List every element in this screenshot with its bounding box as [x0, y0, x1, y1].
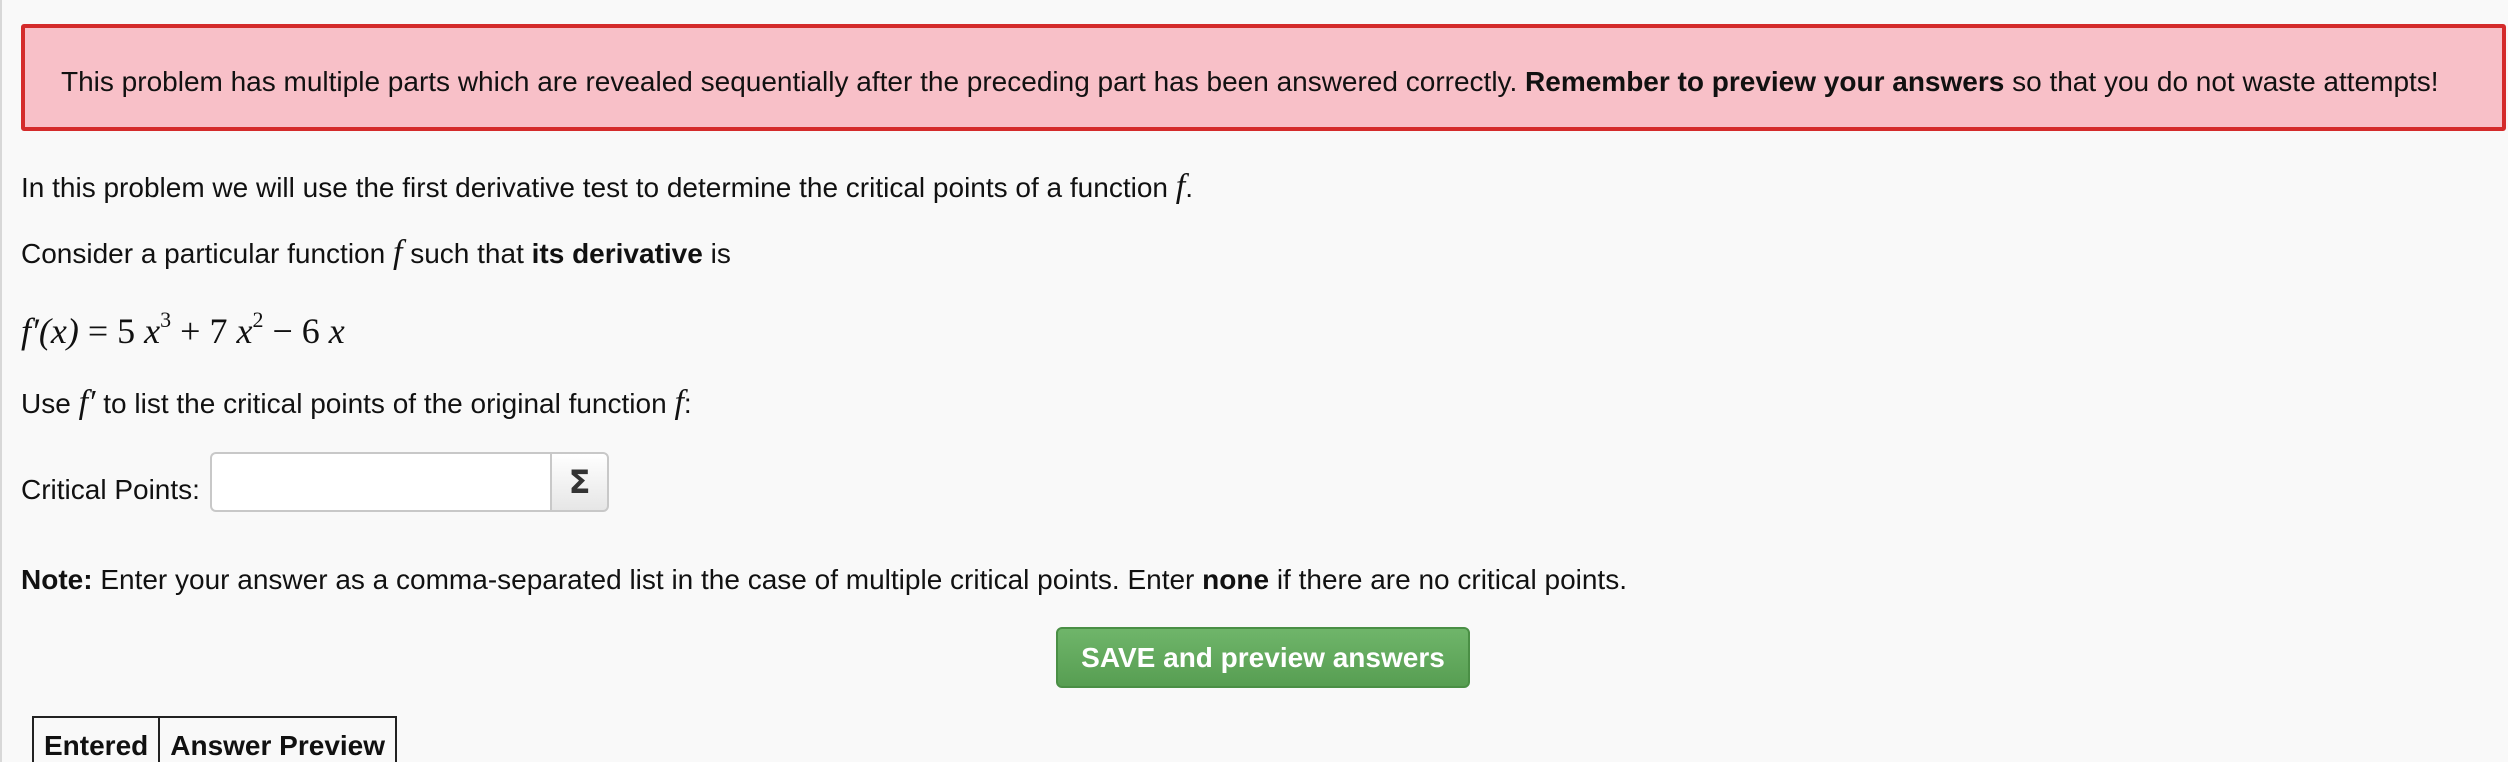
consider-bold: its derivative	[531, 238, 703, 269]
consider-text: Consider a particular function f such th…	[21, 234, 731, 272]
use-derivative-text: Use f′ to list the critical points of th…	[21, 384, 692, 422]
note-end: if there are no critical points.	[1269, 564, 1627, 595]
use-middle: to list the critical points of the origi…	[95, 388, 675, 419]
consider-before: Consider a particular function	[21, 238, 393, 269]
alert-bold-text: Remember to preview your answers	[1525, 66, 2005, 97]
formula-lhs: f′(x)	[21, 311, 79, 351]
fprime-symbol: f′	[78, 384, 96, 421]
formula-exponent: 3	[160, 307, 172, 332]
critical-points-label: Critical Points:	[21, 474, 200, 505]
use-colon: :	[683, 388, 692, 419]
consider-middle: such that	[402, 238, 532, 269]
equation-editor-button[interactable]: Σ	[550, 452, 609, 512]
answer-results-table: Entered Answer Preview	[31, 716, 398, 762]
alert-text: This problem has multiple parts which ar…	[61, 66, 1526, 97]
consider-after: is	[702, 238, 731, 269]
formula-exponent: 2	[252, 307, 264, 332]
warning-alert: This problem has multiple parts which ar…	[21, 24, 2506, 131]
problem-page: This problem has multiple parts which ar…	[0, 0, 2508, 762]
answer-input-group: Σ	[210, 452, 609, 512]
critical-points-input[interactable]	[210, 452, 550, 512]
formula-op: −	[263, 311, 302, 351]
alert-text-end: so that you do not waste attempts!	[2004, 66, 2439, 97]
entered-header: Entered	[31, 716, 161, 762]
intro-sentence: In this problem we will use the first de…	[21, 172, 1176, 203]
function-symbol: f	[674, 384, 684, 421]
formula-var: x	[328, 311, 345, 351]
derivative-formula: f′(x) = 5 x3 + 7 x2 − 6 x	[21, 307, 345, 352]
formula-coef: 6	[301, 311, 329, 351]
formula-coef: 5	[117, 311, 145, 351]
formula-var: x	[144, 311, 161, 351]
answer-preview-header: Answer Preview	[158, 716, 398, 762]
formula-coef: 7	[209, 311, 237, 351]
use-before: Use	[21, 388, 79, 419]
sigma-icon: Σ	[568, 463, 591, 501]
formula-equals: =	[78, 311, 118, 351]
note-none: none	[1202, 564, 1270, 595]
note-body: Enter your answer as a comma-separated l…	[92, 564, 1203, 595]
formula-op: +	[171, 311, 210, 351]
formula-var: x	[236, 311, 253, 351]
intro-period: .	[1185, 172, 1193, 203]
function-symbol: f	[1175, 168, 1186, 205]
results-header-row: Entered Answer Preview	[31, 716, 398, 762]
intro-text: In this problem we will use the first de…	[21, 168, 1193, 206]
note-label: Note:	[21, 564, 93, 595]
save-preview-button[interactable]: SAVE and preview answers	[1056, 627, 1470, 688]
note-text: Note: Enter your answer as a comma-separ…	[21, 564, 1627, 596]
